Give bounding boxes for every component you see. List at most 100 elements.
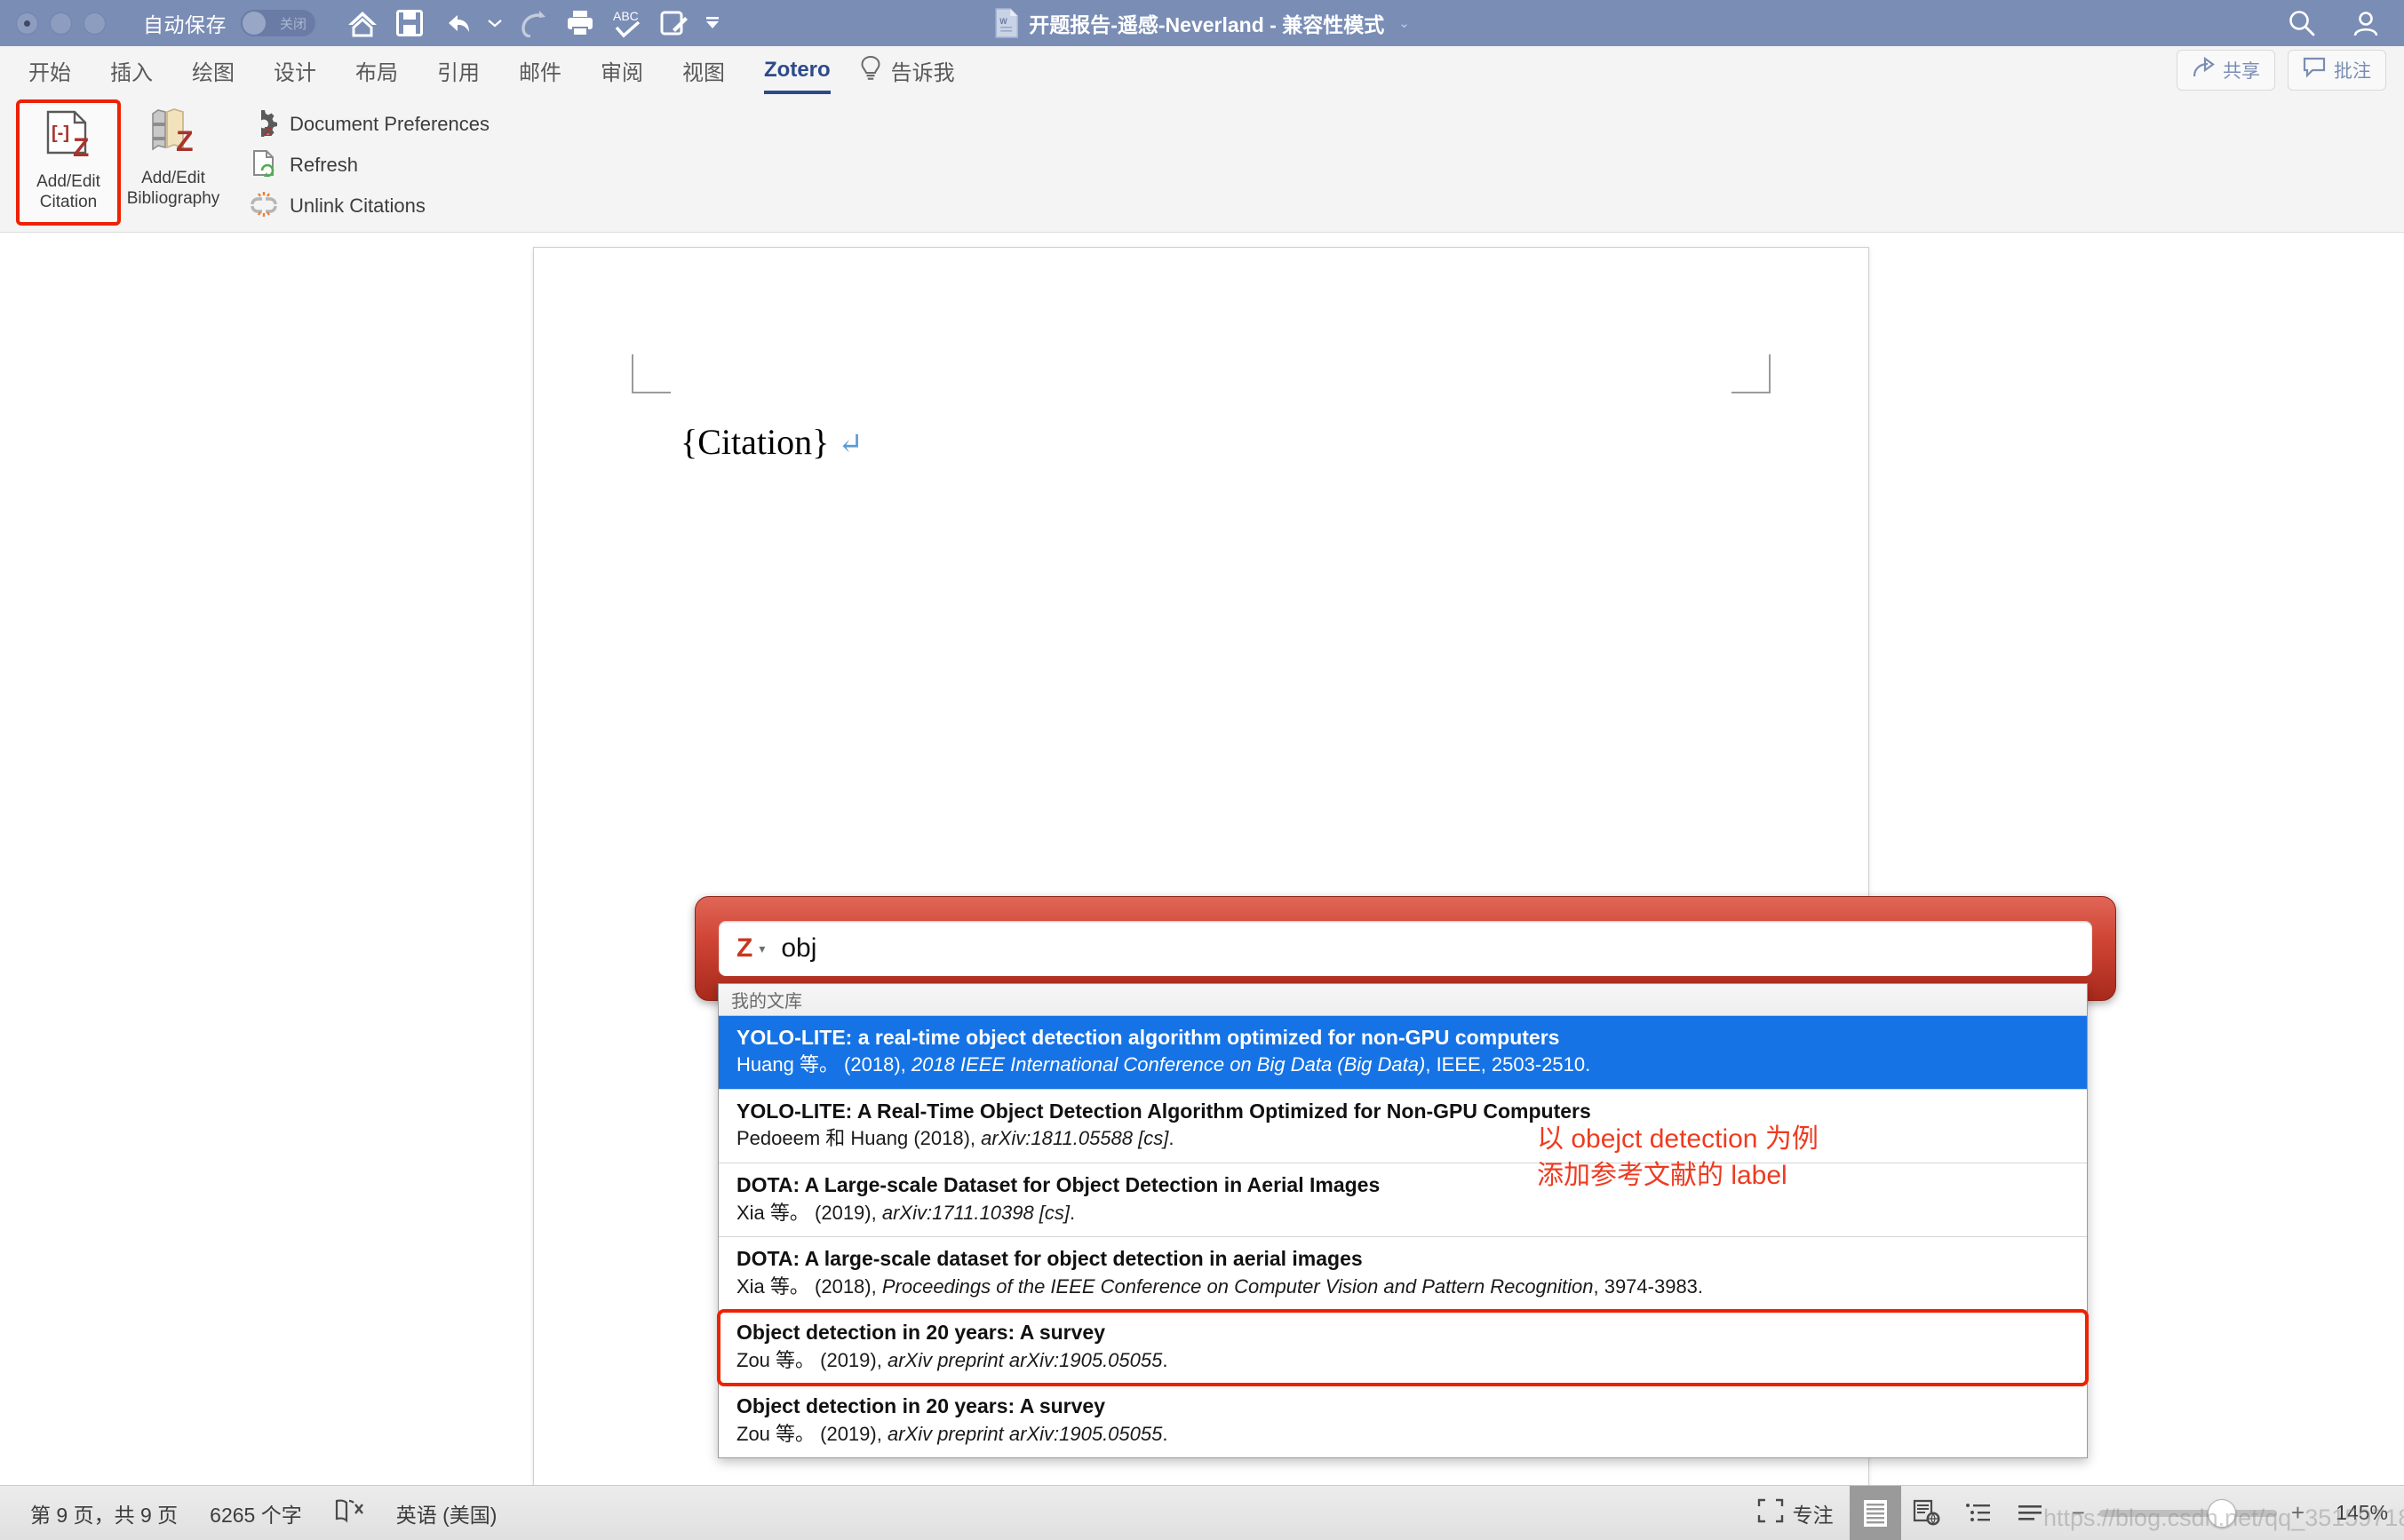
add-edit-bibliography-button[interactable]: Z Add/Edit Bibliography [121,99,226,226]
customize-toolbar-icon[interactable] [701,3,724,44]
ribbon-tab-bar: 开始 插入 绘图 设计 布局 引用 邮件 审阅 视图 Zotero 告诉我 共享 [0,46,2404,94]
undo-dropdown-icon[interactable] [483,3,506,44]
margin-mark-top-right [1731,354,1771,393]
result-meta: Zou 等。 (2019), arXiv preprint arXiv:1905… [736,1422,2069,1448]
tab-开始[interactable]: 开始 [9,46,91,94]
refresh-button[interactable]: Refresh [249,149,490,181]
svg-text:Z: Z [73,133,89,163]
document-canvas[interactable]: {Citation} ↵ Z ▾ obj 我的文库 YOLO-LITE: a r… [0,233,2404,1490]
add-edit-bibliography-icon: Z [146,107,201,164]
draft-view-icon[interactable] [2004,1486,2056,1540]
unlink-citations-icon [249,190,279,223]
tab-布局[interactable]: 布局 [336,46,418,94]
tab-绘图[interactable]: 绘图 [172,46,254,94]
proofing-off-icon[interactable] [334,1497,364,1529]
zoom-out-button[interactable]: − [2072,1499,2085,1527]
add-edit-citation-button[interactable]: [-] Z Add/Edit Citation [16,99,121,226]
print-layout-view-icon[interactable] [1849,1485,1901,1540]
zotero-logo-icon[interactable]: Z [736,933,752,964]
zotero-search-term: obj [781,933,817,963]
tab-设计[interactable]: 设计 [254,46,336,94]
spellcheck-icon[interactable]: ABC [607,3,648,44]
result-source: 2018 IEEE International Conference on Bi… [911,1053,1426,1076]
result-title: YOLO-LITE: a real-time object detection … [736,1026,1560,1049]
tell-me-box[interactable]: 告诉我 [850,46,955,94]
maximize-window-button[interactable] [84,12,106,35]
annotation-line-1: 以 obejct detection 为例 [1537,1124,1819,1154]
zoom-slider-handle[interactable] [2207,1498,2236,1528]
zotero-result-item[interactable]: YOLO-LITE: a real-time object detection … [719,1016,2087,1091]
result-source: arXiv preprint arXiv:1905.05055 [887,1348,1163,1371]
autosave-toggle[interactable]: 关闭 [241,10,315,36]
track-changes-icon[interactable] [654,3,695,44]
search-icon[interactable] [2281,3,2322,44]
status-bar-right: 专注 − + 145% [1741,1485,2388,1540]
refresh-icon [249,149,279,182]
result-authors: Zou 等。 (2019), [736,1422,888,1445]
add-edit-citation-label-1: Add/Edit [36,172,100,191]
minimize-window-button[interactable] [50,12,72,35]
zotero-result-item[interactable]: DOTA: A large-scale dataset for object d… [719,1237,2087,1312]
zoom-control: − + 145% [2056,1498,2388,1528]
result-source: Proceedings of the IEEE Conference on Co… [881,1274,1594,1298]
close-window-button[interactable] [16,12,38,35]
word-window: 自动保存 关闭 ABC W 开题报告-遥感-Neverland - 兼容性模式 … [0,0,2404,1540]
comment-icon [2303,57,2326,83]
result-title: DOTA: A large-scale dataset for object d… [736,1247,1363,1271]
document-title-text: 开题报告-遥感-Neverland - 兼容性模式 [1029,13,1385,36]
document-preferences-button[interactable]: Z Document Preferences [249,108,490,140]
document-title: W 开题报告-遥感-Neverland - 兼容性模式 ⌄ [994,8,1410,38]
outline-view-icon[interactable] [1953,1486,2004,1540]
zotero-result-item[interactable]: DOTA: A Large-scale Dataset for Object D… [719,1163,2087,1238]
result-meta: Huang 等。 (2018), 2018 IEEE International… [736,1052,2069,1078]
result-source: arXiv:1811.05588 [cs] [981,1127,1169,1150]
result-authors: Pedoeem 和 Huang (2018), [736,1127,982,1150]
share-button[interactable]: 共享 [2177,50,2275,91]
tab-插入[interactable]: 插入 [91,46,172,94]
zotero-result-item[interactable]: Object detection in 20 years: A survey Z… [719,1385,2087,1458]
result-meta: Zou 等。 (2019), arXiv preprint arXiv:1905… [736,1348,2069,1374]
add-edit-citation-label-2: Citation [39,193,98,212]
zotero-mode-dropdown-icon[interactable]: ▾ [759,941,765,957]
margin-mark-top-left [632,354,671,393]
zoom-level-label[interactable]: 145% [2319,1501,2388,1525]
word-document-icon: W [995,8,1018,38]
redo-icon[interactable] [513,3,553,44]
page-indicator[interactable]: 第 9 页，共 9 页 [30,1498,178,1528]
tab-视图[interactable]: 视图 [663,46,744,94]
undo-icon[interactable] [436,3,477,44]
tab-引用[interactable]: 引用 [418,46,499,94]
red-annotation: 以 obejct detection 为例 添加参考文献的 label [1537,1121,1819,1195]
refresh-label: Refresh [290,154,359,176]
zotero-result-item-highlighted[interactable]: Object detection in 20 years: A survey Z… [717,1309,2089,1387]
account-icon[interactable] [2345,3,2386,44]
tab-邮件[interactable]: 邮件 [499,46,581,94]
result-authors: Xia 等。 (2018), [736,1274,882,1298]
comment-label: 批注 [2334,61,2371,82]
language-indicator[interactable]: 英语 (美国) [396,1498,498,1528]
save-icon[interactable] [389,3,430,44]
zotero-search-input[interactable]: Z ▾ obj [719,921,2092,976]
print-icon[interactable] [560,3,601,44]
autosave-state-label: 关闭 [279,16,306,32]
home-icon[interactable] [342,3,383,44]
svg-text:W: W [999,17,1007,26]
zotero-small-buttons: Z Document Preferences Refresh Unlink Ci… [249,108,490,222]
citation-field[interactable]: {Citation} ↵ [681,421,864,463]
focus-mode-button[interactable]: 专注 [1741,1486,1850,1540]
zoom-in-button[interactable]: + [2291,1499,2304,1527]
zoom-slider[interactable] [2098,1498,2277,1528]
document-preferences-icon: Z [249,108,279,141]
tab-zotero[interactable]: Zotero [744,46,850,94]
zotero-citation-dialog[interactable]: Z ▾ obj 我的文库 YOLO-LITE: a real-time obje… [695,896,2116,1459]
title-dropdown-icon[interactable]: ⌄ [1398,15,1410,31]
web-layout-view-icon[interactable] [1901,1486,1953,1540]
comment-button[interactable]: 批注 [2288,50,2386,91]
zotero-result-item[interactable]: YOLO-LITE: A Real-Time Object Detection … [719,1090,2087,1164]
unlink-citations-button[interactable]: Unlink Citations [249,190,490,222]
autosave-toggle-knob [243,12,266,35]
tab-审阅[interactable]: 审阅 [581,46,663,94]
svg-text:Z: Z [264,124,272,137]
zotero-results-list[interactable]: 我的文库 YOLO-LITE: a real-time object detec… [717,983,2089,1459]
word-count[interactable]: 6265 个字 [210,1498,302,1528]
